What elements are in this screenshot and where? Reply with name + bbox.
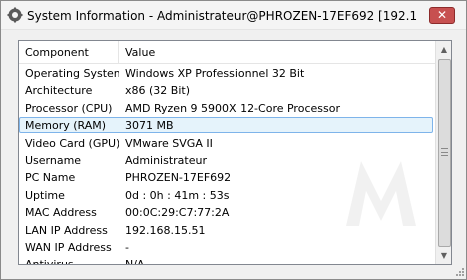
- cell-component: Memory (RAM): [25, 119, 107, 133]
- scrollbar-thumb[interactable]: [438, 59, 451, 247]
- watermark-logo: [346, 161, 416, 226]
- cell-component: Video Card (GPU): [25, 136, 119, 150]
- cell-component: MAC Address: [25, 206, 97, 220]
- cell-component: Processor (CPU): [25, 101, 113, 115]
- cell-component: Username: [25, 153, 82, 167]
- resize-grip-icon[interactable]: [455, 267, 465, 277]
- cell-value: -: [125, 240, 129, 254]
- cell-component: Uptime: [25, 188, 65, 202]
- cell-value: Windows XP Professionnel 32 Bit: [125, 67, 305, 80]
- grip-icon: [441, 148, 448, 156]
- column-header-component[interactable]: Component: [19, 41, 119, 64]
- cell-value: VMware SVGA II: [125, 136, 213, 150]
- cell-value: 3071 MB: [125, 119, 174, 133]
- table-row[interactable]: Processor (CPU) AMD Ryzen 9 5900X 12-Core…: [19, 100, 435, 117]
- close-icon: ✕: [436, 8, 448, 22]
- cell-component: Architecture: [25, 84, 93, 98]
- title-bar[interactable]: System Information - Administrateur@PHRO…: [1, 1, 466, 30]
- cell-component: PC Name: [25, 171, 76, 185]
- table-row[interactable]: WAN IP Address -: [19, 239, 435, 256]
- cell-component: Operating System: [25, 67, 119, 80]
- window-title: System Information - Administrateur@PHRO…: [27, 9, 417, 23]
- vertical-scrollbar[interactable]: ▲ ▼: [435, 41, 451, 264]
- column-header-value[interactable]: Value: [119, 41, 435, 64]
- table-row[interactable]: Architecture x86 (32 Bit): [19, 82, 435, 99]
- arrow-down-icon[interactable]: ▼: [436, 247, 451, 264]
- table-row[interactable]: Operating System Windows XP Professionnel…: [19, 65, 435, 82]
- table-row[interactable]: Memory (RAM) 3071 MB: [19, 117, 435, 134]
- list-header: Component Value: [19, 41, 435, 64]
- arrow-up-icon[interactable]: ▲: [436, 41, 451, 58]
- table-row[interactable]: Antivirus N/A: [19, 256, 435, 265]
- gear-icon: [7, 7, 23, 23]
- cell-component: Antivirus: [25, 258, 74, 265]
- table-row[interactable]: Video Card (GPU) VMware SVGA II: [19, 135, 435, 152]
- close-button[interactable]: ✕: [429, 7, 455, 24]
- cell-value: AMD Ryzen 9 5900X 12-Core Processor: [125, 101, 340, 115]
- cell-value: x86 (32 Bit): [125, 84, 190, 98]
- system-information-window: System Information - Administrateur@PHRO…: [0, 0, 467, 280]
- cell-component: LAN IP Address: [25, 223, 108, 237]
- cell-value: N/A: [125, 258, 145, 265]
- cell-component: WAN IP Address: [25, 240, 112, 254]
